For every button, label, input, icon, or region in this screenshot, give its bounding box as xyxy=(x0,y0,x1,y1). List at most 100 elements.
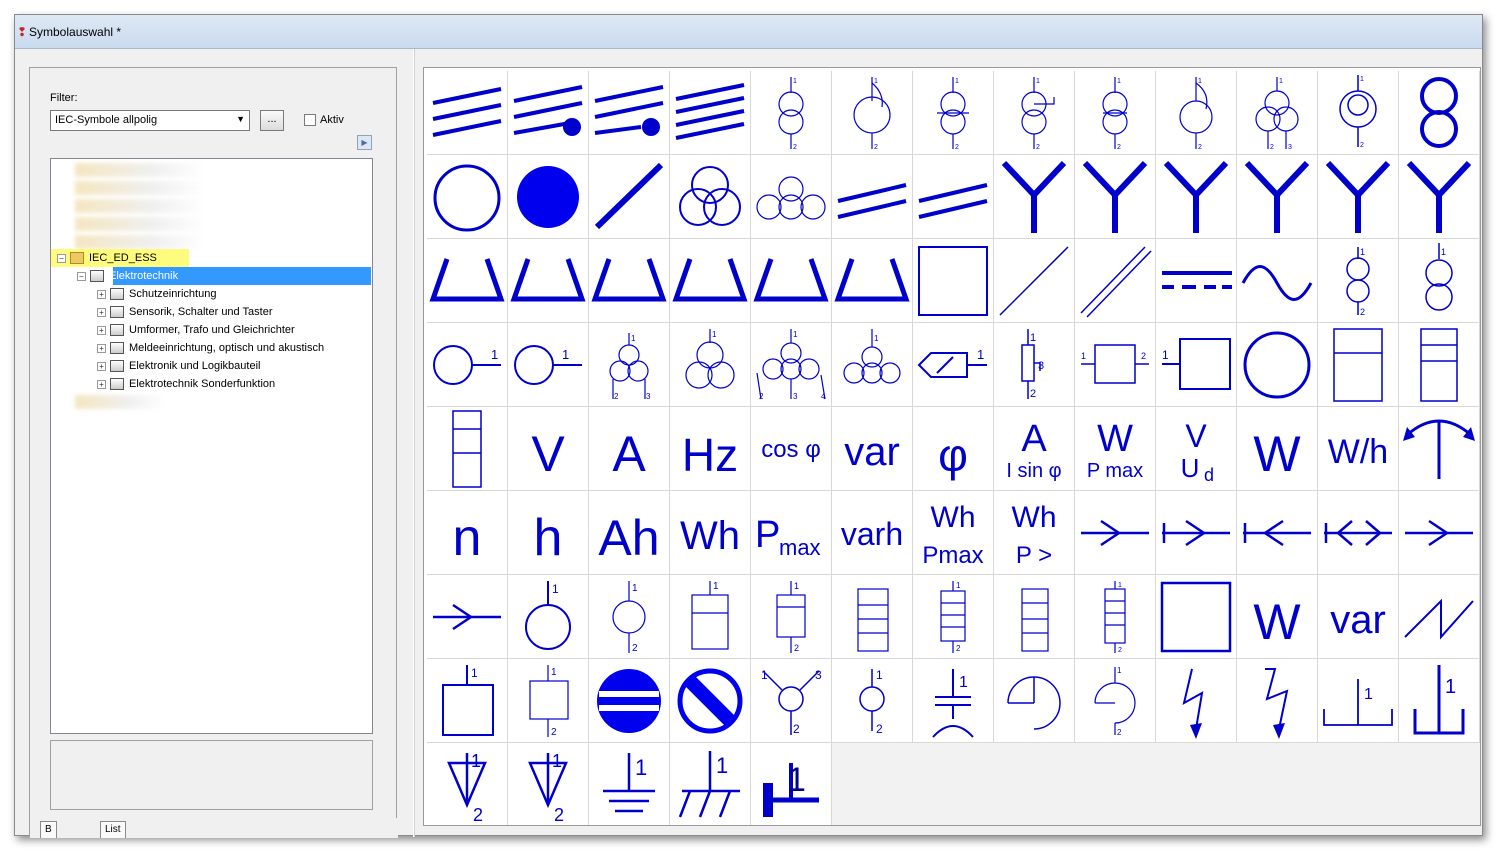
tree-item-elektrotechnik[interactable]: − Elektrotechnik xyxy=(77,267,178,285)
symbol-cell[interactable] xyxy=(832,239,913,323)
symbol-cell[interactable] xyxy=(994,575,1075,659)
symbol-cell[interactable] xyxy=(1237,659,1318,743)
symbol-cell[interactable]: 1 2 3 4 xyxy=(751,323,832,407)
symbol-cell[interactable]: A xyxy=(589,407,670,491)
tree-item-child[interactable]: + Umformer, Trafo und Gleichrichter xyxy=(97,321,295,339)
symbol-cell[interactable] xyxy=(1156,491,1237,575)
symbol-cell[interactable]: 1 xyxy=(1318,659,1399,743)
expand-icon[interactable]: + xyxy=(97,325,106,335)
symbol-cell[interactable]: W/h xyxy=(1318,407,1399,491)
symbol-cell[interactable] xyxy=(427,239,508,323)
collapse-icon[interactable]: − xyxy=(77,271,86,281)
symbol-cell[interactable]: 1 xyxy=(1399,239,1480,323)
symbol-cell[interactable] xyxy=(1156,239,1237,323)
tree-item-child[interactable]: + Sensorik, Schalter und Taster xyxy=(97,303,272,321)
expand-icon[interactable]: + xyxy=(97,361,106,371)
expand-icon[interactable]: + xyxy=(97,307,106,317)
symbol-cell[interactable]: 1 xyxy=(1156,323,1237,407)
symbol-cell[interactable]: WP max xyxy=(1075,407,1156,491)
symbol-cell[interactable]: Pmax xyxy=(751,491,832,575)
symbol-cell[interactable] xyxy=(1237,323,1318,407)
symbol-cell[interactable]: 1 xyxy=(670,323,751,407)
symbol-cell[interactable]: 12 xyxy=(751,575,832,659)
symbol-cell[interactable] xyxy=(994,155,1075,239)
tree-item-root[interactable]: − IEC_ED_ESS xyxy=(57,249,157,267)
filter-dropdown[interactable]: IEC-Symbole allpolig ▼ xyxy=(50,110,250,131)
symbol-cell[interactable]: varh xyxy=(832,491,913,575)
symbol-cell[interactable] xyxy=(589,71,670,155)
expand-icon[interactable]: + xyxy=(97,343,106,353)
aktiv-checkbox[interactable] xyxy=(304,114,316,126)
symbol-cell[interactable] xyxy=(589,155,670,239)
symbol-cell[interactable] xyxy=(589,239,670,323)
title-bar[interactable]: ❢ Symbolauswahl * xyxy=(15,15,1482,49)
symbol-cell[interactable]: 12 xyxy=(1075,323,1156,407)
symbol-cell[interactable] xyxy=(1237,491,1318,575)
play-icon[interactable]: ▶ xyxy=(357,135,372,150)
symbol-cell[interactable]: VUd xyxy=(1156,407,1237,491)
symbol-cell[interactable]: Wh P > xyxy=(994,491,1075,575)
symbol-cell[interactable]: W xyxy=(1237,575,1318,659)
symbol-cell[interactable] xyxy=(670,659,751,743)
symbol-cell[interactable]: 1 xyxy=(508,323,589,407)
symbol-cell[interactable]: var xyxy=(832,407,913,491)
symbol-cell[interactable]: φ xyxy=(913,407,994,491)
symbol-cell[interactable] xyxy=(1399,575,1480,659)
symbol-cell[interactable] xyxy=(1156,659,1237,743)
symbol-cell[interactable]: 1 xyxy=(508,575,589,659)
symbol-cell[interactable]: 12 xyxy=(1075,575,1156,659)
symbol-cell[interactable]: 12 xyxy=(1318,239,1399,323)
symbol-cell[interactable]: 1 xyxy=(670,575,751,659)
symbol-cell[interactable]: 12 xyxy=(589,575,670,659)
symbol-cell[interactable]: Wh Pmax xyxy=(913,491,994,575)
symbol-cell[interactable] xyxy=(427,71,508,155)
symbol-cell[interactable] xyxy=(994,239,1075,323)
symbol-cell[interactable]: n xyxy=(427,491,508,575)
symbol-cell[interactable] xyxy=(1237,239,1318,323)
symbol-cell[interactable] xyxy=(427,575,508,659)
symbol-cell[interactable] xyxy=(508,155,589,239)
symbol-cell[interactable]: 1 xyxy=(913,659,994,743)
symbol-cell[interactable]: h xyxy=(508,491,589,575)
symbol-cell[interactable]: AI sin φ xyxy=(994,407,1075,491)
category-tree[interactable]: − IEC_ED_ESS − Elektrotechnik + Schutzeinri… xyxy=(50,158,373,734)
symbol-cell[interactable]: 12 xyxy=(832,659,913,743)
tree-item-child[interactable]: + Elektrotechnik Sonderfunktion xyxy=(97,375,275,393)
symbol-cell[interactable] xyxy=(1075,239,1156,323)
symbol-cell[interactable]: 1 xyxy=(670,743,751,825)
symbol-cell[interactable] xyxy=(1075,155,1156,239)
symbol-cell[interactable]: 1 3 2 xyxy=(751,659,832,743)
symbol-cell[interactable] xyxy=(994,659,1075,743)
tab-list[interactable]: List xyxy=(100,821,126,838)
symbol-cell[interactable] xyxy=(670,71,751,155)
symbol-cell[interactable] xyxy=(1318,491,1399,575)
symbol-cell[interactable]: W xyxy=(1237,407,1318,491)
symbol-cell[interactable]: 1 2 3 xyxy=(1237,71,1318,155)
symbol-cell[interactable]: 1 xyxy=(1399,659,1480,743)
tree-item-child[interactable]: + Elektronik und Logikbauteil xyxy=(97,357,260,375)
symbol-cell[interactable] xyxy=(1399,323,1480,407)
symbol-cell[interactable] xyxy=(832,575,913,659)
symbol-cell[interactable]: 1 xyxy=(751,743,832,825)
splitter-handle[interactable] xyxy=(413,49,415,837)
symbol-cell[interactable] xyxy=(832,155,913,239)
symbol-cell[interactable]: Hz xyxy=(670,407,751,491)
symbol-cell[interactable]: 1 xyxy=(589,743,670,825)
symbol-cell[interactable] xyxy=(670,155,751,239)
symbol-cell[interactable] xyxy=(1399,491,1480,575)
symbol-cell[interactable]: 12 xyxy=(994,71,1075,155)
symbol-cell[interactable] xyxy=(1075,491,1156,575)
symbol-cell[interactable] xyxy=(1399,407,1480,491)
tab-b[interactable]: B xyxy=(40,821,57,838)
symbol-cell[interactable]: 12 xyxy=(427,743,508,825)
symbol-cell[interactable] xyxy=(751,155,832,239)
symbol-cell[interactable] xyxy=(1237,155,1318,239)
symbol-cell[interactable]: 12 xyxy=(751,71,832,155)
symbol-cell[interactable]: var xyxy=(1318,575,1399,659)
symbol-cell[interactable] xyxy=(913,239,994,323)
symbol-cell[interactable]: 1 xyxy=(913,323,994,407)
symbol-cell[interactable]: 12 xyxy=(1075,659,1156,743)
symbol-cell[interactable]: 12 xyxy=(508,659,589,743)
symbol-cell[interactable] xyxy=(508,71,589,155)
symbol-cell[interactable]: Ah xyxy=(589,491,670,575)
